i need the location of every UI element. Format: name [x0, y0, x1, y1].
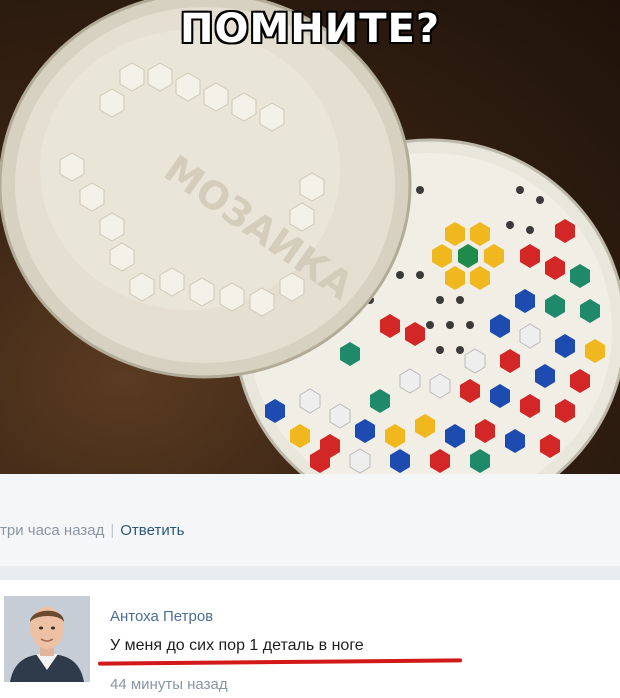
reply-comment: Антоха Петров У меня до сих пор 1 деталь… — [0, 580, 620, 698]
comment-text: У меня до сих пор 1 деталь в ноге — [110, 637, 364, 654]
comment-meta-row: три часа назад | Ответить — [0, 522, 184, 539]
mosaic-toy-illustration: МОЗАИКА — [0, 0, 620, 474]
avatar-portrait — [4, 596, 90, 682]
mosaic-photo: МОЗАИКА ПОМНИТЕ? — [0, 0, 620, 474]
comment-divider — [0, 566, 620, 580]
author-name-link[interactable]: Антоха Петров — [110, 608, 213, 625]
reply-link[interactable]: Ответить — [120, 522, 184, 539]
comment-time: три часа назад — [0, 522, 105, 539]
comment-timestamp[interactable]: 44 минуты назад — [110, 676, 228, 693]
meta-separator: | — [110, 522, 115, 539]
avatar[interactable] — [4, 596, 90, 682]
photo-caption: ПОМНИТЕ? — [179, 5, 441, 53]
red-highlight-underline — [97, 658, 463, 666]
